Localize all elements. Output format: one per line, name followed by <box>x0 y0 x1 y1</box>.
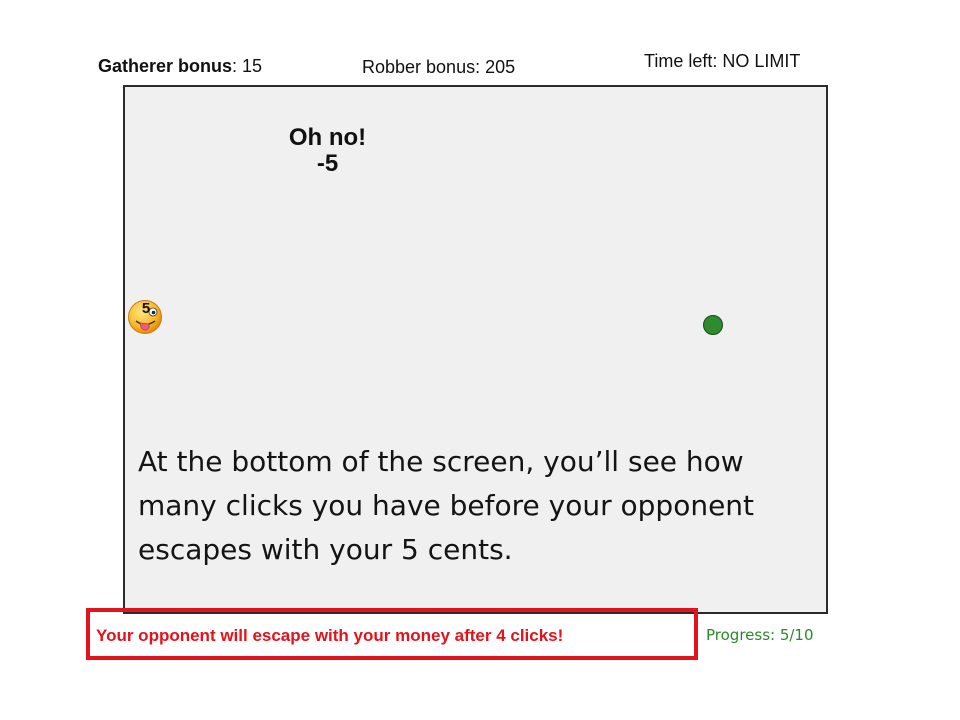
instruction-text: At the bottom of the screen, you’ll see … <box>138 445 755 566</box>
feedback-message: Oh no! -5 <box>270 125 385 177</box>
time-left: Time left: NO LIMIT <box>644 51 801 71</box>
gatherer-bonus-value: : 15 <box>232 56 263 76</box>
gatherer-bonus-label: Gatherer bonus <box>98 56 233 76</box>
escape-warning-text: Your opponent will escape with your mone… <box>96 626 564 645</box>
gatherer-bonus: Gatherer bonus: 15 <box>98 56 262 77</box>
feedback-title: Oh no! <box>288 124 367 151</box>
progress-indicator: Progress: 5/10 <box>706 626 814 644</box>
player-money-badge: 5 <box>141 300 151 317</box>
feedback-delta: -5 <box>316 150 339 177</box>
coin-target[interactable] <box>703 315 723 335</box>
robber-bonus: Robber bonus: 205 <box>362 57 516 77</box>
